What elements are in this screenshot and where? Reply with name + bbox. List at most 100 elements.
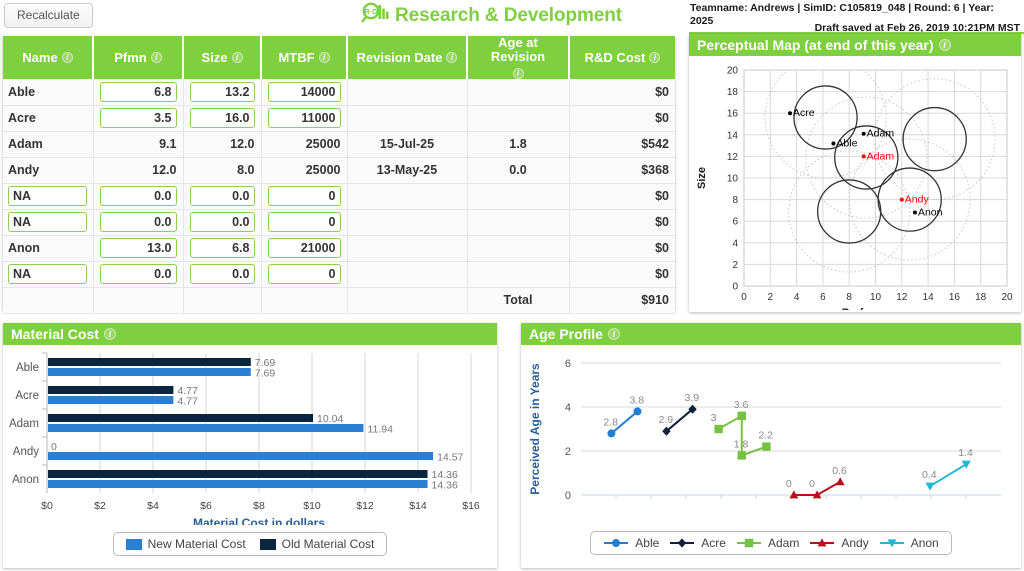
svg-text:0: 0 [786,478,792,490]
mtbf-value-input[interactable] [267,238,341,258]
size-value[interactable] [183,79,262,106]
age-profile-header: Age Profile i [521,323,1021,345]
info-icon[interactable]: i [150,52,162,63]
product-name-input[interactable] [8,186,87,206]
svg-text:14: 14 [923,292,935,303]
svg-text:0: 0 [809,478,815,490]
info-icon[interactable]: i [61,52,73,63]
svg-text:$10: $10 [303,500,321,512]
rd-cost: $368 [569,157,675,184]
pfmn-value-input[interactable] [99,238,177,258]
legend-item[interactable]: Andy [809,536,869,550]
pfmn-value[interactable] [93,105,184,132]
size-value-input[interactable] [189,212,255,232]
product-name[interactable] [3,183,94,210]
info-icon[interactable]: i [649,52,661,63]
age-at-revision: 0.0 [467,157,570,184]
mtbf-value[interactable] [261,183,348,210]
svg-text:Adam: Adam [867,150,895,162]
svg-text:2: 2 [732,260,738,271]
svg-text:$14: $14 [409,500,427,512]
legend-item[interactable]: New Material Cost [125,537,246,551]
info-icon[interactable]: i [446,52,458,63]
rd-col-header-name: Name i [3,36,94,79]
pfmn-value-input[interactable] [99,81,177,102]
info-icon[interactable]: i [512,68,524,79]
rd-col-header-size: Size i [183,36,262,79]
legend-item[interactable]: Acre [669,536,726,550]
mtbf-value-input[interactable] [267,264,341,284]
info-icon[interactable]: i [938,39,951,51]
rd-table-panel: Name i Pfmn i Size i MTBF i Revision Date i Age at… [3,36,675,314]
size-value-input[interactable] [189,238,255,258]
pfmn-value-input[interactable] [99,212,177,232]
recalculate-button[interactable]: Recalculate [4,3,93,28]
empty-cell [3,287,94,314]
mtbf-value[interactable] [261,105,348,132]
age-at-revision [467,261,570,288]
info-icon[interactable]: i [318,52,330,63]
mtbf-value-input[interactable] [267,186,341,206]
age-at-revision: 1.8 [467,131,570,158]
column-label: Revision Date [356,49,443,65]
legend-item[interactable]: Able [603,536,659,550]
mtbf-value-input[interactable] [267,108,341,128]
product-name[interactable] [3,209,94,236]
product-name[interactable] [3,261,94,288]
pfmn-value-input[interactable] [99,264,177,284]
legend-item[interactable]: Anon [879,536,939,550]
svg-text:18: 18 [975,292,987,303]
perceptual-map-header: Perceptual Map (at end of this year) i [689,34,1021,56]
pfmn-value-input[interactable] [99,108,177,128]
pfmn-value[interactable] [93,235,184,262]
age-at-revision [467,79,570,106]
age-profile-svg: 0 2 4 6 2.8 3.8 2.9 3.9 3 3.6 1.8 2.2 0 0 0.6 0.4 1.4 Per… [528,358,1001,502]
size-value[interactable] [183,209,262,236]
legend-item[interactable]: Adam [736,536,799,550]
mtbf-value[interactable] [261,261,348,288]
pfmn-value[interactable] [93,183,184,210]
rd-col-header-r-d-cost: R&D Cost i [569,36,675,79]
rd-cost: $0 [569,105,675,132]
rd-col-header-revision-date: Revision Date i [347,36,468,79]
pfmn-value[interactable] [93,79,184,106]
mtbf-value[interactable] [261,235,348,262]
mtbf-value[interactable] [261,79,348,106]
svg-text:Andy: Andy [905,194,930,206]
info-icon[interactable]: i [103,328,116,340]
size-value[interactable] [183,105,262,132]
size-value-input[interactable] [189,264,255,284]
legend-item[interactable]: Old Material Cost [259,537,374,551]
rd-table-header-row: Name i Pfmn i Size i MTBF i Revision Date i Age at… [3,36,675,79]
pfmn-value-input[interactable] [99,186,177,206]
product-name: Adam [3,131,94,158]
empty-cell [347,287,468,314]
rd-table: Name i Pfmn i Size i MTBF i Revision Date i Age at… [3,36,675,314]
size-value-input[interactable] [189,81,255,102]
svg-text:0: 0 [565,490,571,502]
info-icon[interactable]: i [607,328,620,340]
pfmn-value[interactable] [93,261,184,288]
info-icon[interactable]: i [231,52,243,63]
perceptual-map-title: Perceptual Map (at end of this year) [697,37,934,53]
svg-text:14.57: 14.57 [437,452,463,464]
size-value[interactable] [183,261,262,288]
size-value-input[interactable] [189,108,255,128]
product-name-input[interactable] [8,264,87,284]
size-value[interactable] [183,235,262,262]
revision-date [347,105,468,132]
size-value-input[interactable] [189,186,255,206]
mtbf-value-input[interactable] [267,81,341,102]
svg-text:4.77: 4.77 [177,396,198,408]
svg-text:0: 0 [51,441,57,453]
svg-text:Adam: Adam [867,128,895,140]
size-value[interactable] [183,183,262,210]
svg-text:10: 10 [727,174,739,185]
mtbf-value[interactable] [261,209,348,236]
svg-text:4: 4 [732,238,738,249]
mtbf-value-input[interactable] [267,212,341,232]
product-name-input[interactable] [8,212,87,232]
table-row: Anon $0 [3,235,675,262]
pfmn-value[interactable] [93,209,184,236]
svg-text:1.4: 1.4 [958,447,973,459]
